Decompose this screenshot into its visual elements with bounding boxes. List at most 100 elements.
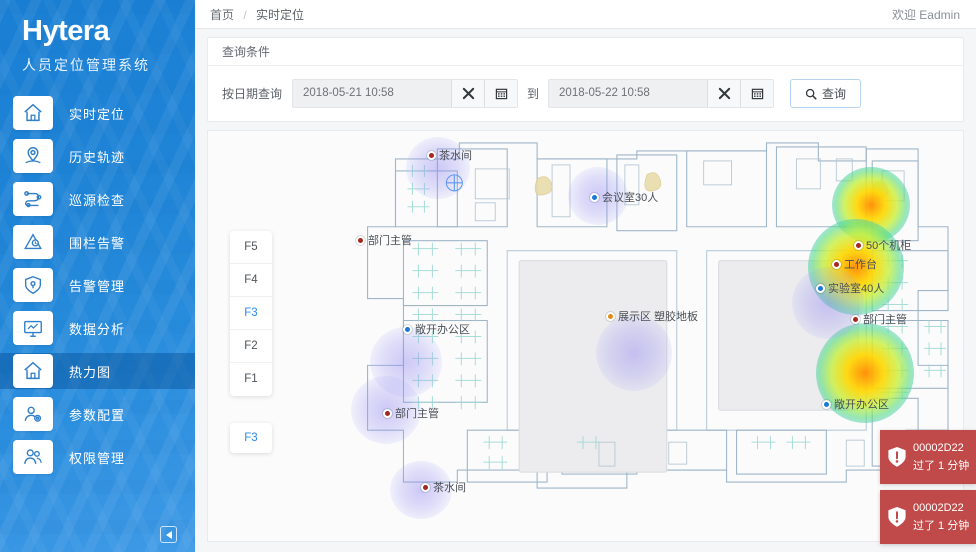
sidebar-item-data-analysis[interactable]: 数据分析 — [0, 310, 195, 346]
sidebar-item-alarm-management[interactable]: 告警管理 — [0, 267, 195, 303]
floor-option-f3[interactable]: F3 — [230, 297, 272, 330]
alert-device-id: 00002D22 — [913, 441, 964, 454]
home-icon — [13, 96, 53, 130]
poi-marker[interactable]: 敞开办公区 — [403, 321, 470, 337]
poi-marker[interactable]: 部门主管 — [851, 311, 907, 327]
poi-marker[interactable]: 敞开办公区 — [822, 396, 889, 412]
poi-dot-icon — [403, 324, 412, 334]
poi-label: 部门主管 — [368, 235, 412, 247]
main-content: 首页 / 实时定位 欢迎 Eadmin 查询条件 按日期查询 2018-05-2… — [195, 0, 976, 552]
alert-toast[interactable]: 00002D22 过了 1 分钟 — [880, 490, 976, 544]
welcome-user-label: 欢迎 Eadmin — [891, 7, 960, 22]
sidebar-item-fence-alarm[interactable]: 围栏告警 — [0, 224, 195, 260]
end-date-calendar-button[interactable] — [740, 80, 774, 107]
sidebar-item-label: 热力图 — [69, 364, 112, 380]
end-date-clear-button[interactable] — [707, 80, 741, 107]
sidebar-collapse-button[interactable] — [160, 526, 177, 543]
date-filter-label: 按日期查询 — [222, 87, 283, 101]
map-pin-icon — [13, 139, 53, 173]
monitor-chart-icon — [13, 311, 53, 345]
sidebar: Hytera 人员定位管理系统 实时定位 历史轨迹 巡源检查 围栏告警 告警管理… — [0, 0, 195, 552]
sidebar-item-permission-management[interactable]: 权限管理 — [0, 439, 195, 475]
query-panel-body: 按日期查询 2018-05-21 10:58 到 2018-05-22 10:5… — [208, 66, 963, 121]
sidebar-item-realtime-location[interactable]: 实时定位 — [0, 95, 195, 131]
calendar-icon — [751, 88, 763, 100]
poi-label: 会议室30人 — [602, 192, 659, 204]
alert-toast[interactable]: 00002D22 过了 1 分钟 — [880, 430, 976, 484]
poi-marker[interactable]: 茶水间 — [421, 479, 466, 495]
poi-marker[interactable]: 会议室30人 — [590, 189, 658, 205]
poi-label: 50个机柜 — [866, 240, 912, 252]
poi-label: 敞开办公区 — [415, 324, 470, 336]
start-date-calendar-button[interactable] — [484, 80, 518, 107]
query-submit-button[interactable]: 查询 — [790, 79, 862, 108]
sidebar-item-history-track[interactable]: 历史轨迹 — [0, 138, 195, 174]
poi-label: 展示区 塑胶地板 — [618, 311, 699, 323]
sidebar-item-label: 数据分析 — [69, 321, 126, 337]
heatmap-canvas[interactable]: F5 F4 F3 F2 F1 F3 茶水间 部门主管 会议室30人 50个机柜 … — [207, 130, 964, 542]
sidebar-item-parameter-config[interactable]: 参数配置 — [0, 396, 195, 432]
brand-subtitle: 人员定位管理系统 — [22, 57, 150, 73]
poi-marker[interactable]: 实验室40人 — [816, 280, 884, 296]
query-panel-title: 查询条件 — [208, 38, 963, 66]
poi-dot-icon — [421, 482, 430, 492]
poi-marker[interactable]: 展示区 塑胶地板 — [606, 308, 698, 324]
shield-pin-icon — [13, 268, 53, 302]
poi-dot-icon — [606, 311, 615, 321]
floor-option-f2[interactable]: F2 — [230, 330, 272, 363]
current-floor-button[interactable]: F3 — [230, 423, 272, 453]
alert-toast-body: 00002D22 过了 1 分钟 — [913, 441, 969, 474]
start-date-clear-button[interactable] — [451, 80, 485, 107]
floorplan-vector — [367, 142, 949, 489]
user-gear-icon — [13, 397, 53, 431]
query-panel: 查询条件 按日期查询 2018-05-21 10:58 到 2018-05-22… — [207, 37, 964, 122]
poi-dot-icon — [851, 314, 860, 324]
floor-option-f1[interactable]: F1 — [230, 363, 272, 396]
topbar: 首页 / 实时定位 欢迎 Eadmin — [195, 0, 976, 29]
route-icon — [13, 182, 53, 216]
alert-device-id: 00002D22 — [913, 501, 964, 514]
start-date-group — [292, 79, 519, 108]
home-icon — [13, 354, 53, 388]
poi-marker[interactable]: 50个机柜 — [854, 237, 911, 253]
floor-option-f5[interactable]: F5 — [230, 231, 272, 264]
poi-marker[interactable]: 部门主管 — [383, 405, 439, 421]
floor-selector[interactable]: F5 F4 F3 F2 F1 — [230, 231, 272, 396]
breadcrumb-separator: / — [243, 7, 247, 22]
breadcrumb-current: 实时定位 — [256, 7, 305, 22]
sidebar-item-label: 实时定位 — [69, 106, 126, 122]
poi-dot-icon — [816, 283, 825, 293]
fence-alert-icon — [13, 225, 53, 259]
sidebar-item-label: 历史轨迹 — [69, 149, 126, 165]
alert-time: 过了 1 分钟 — [913, 519, 970, 532]
users-icon — [13, 440, 53, 474]
alert-shield-icon — [888, 507, 906, 527]
alert-time: 过了 1 分钟 — [913, 459, 970, 472]
end-date-input[interactable] — [549, 80, 708, 107]
poi-marker[interactable]: 部门主管 — [356, 232, 412, 248]
calendar-icon — [495, 88, 507, 100]
sidebar-item-heatmap[interactable]: 热力图 — [0, 353, 195, 389]
poi-marker[interactable]: 工作台 — [832, 256, 877, 272]
poi-label: 部门主管 — [863, 314, 907, 326]
poi-dot-icon — [383, 408, 392, 418]
app-root: Hytera 人员定位管理系统 实时定位 历史轨迹 巡源检查 围栏告警 告警管理… — [0, 0, 976, 552]
poi-dot-icon — [832, 259, 841, 269]
brand-block: Hytera 人员定位管理系统 — [0, 0, 195, 75]
end-date-group — [548, 79, 775, 108]
poi-dot-icon — [590, 192, 599, 202]
sidebar-item-label: 告警管理 — [69, 278, 126, 294]
sidebar-item-label: 参数配置 — [69, 407, 126, 423]
breadcrumb: 首页 / 实时定位 — [210, 6, 304, 23]
breadcrumb-home[interactable]: 首页 — [210, 8, 234, 22]
poi-label: 部门主管 — [395, 408, 439, 420]
alert-toast-body: 00002D22 过了 1 分钟 — [913, 501, 969, 534]
start-date-input[interactable] — [293, 80, 452, 107]
floor-option-f4[interactable]: F4 — [230, 264, 272, 297]
poi-marker[interactable]: 茶水间 — [427, 147, 472, 163]
sidebar-item-patrol-inspection[interactable]: 巡源检查 — [0, 181, 195, 217]
alert-shield-icon — [888, 447, 906, 467]
poi-dot-icon — [356, 235, 365, 245]
sidebar-menu: 实时定位 历史轨迹 巡源检查 围栏告警 告警管理 数据分析 热力图 参数配置 权… — [0, 95, 195, 475]
query-submit-label: 查询 — [822, 87, 847, 101]
